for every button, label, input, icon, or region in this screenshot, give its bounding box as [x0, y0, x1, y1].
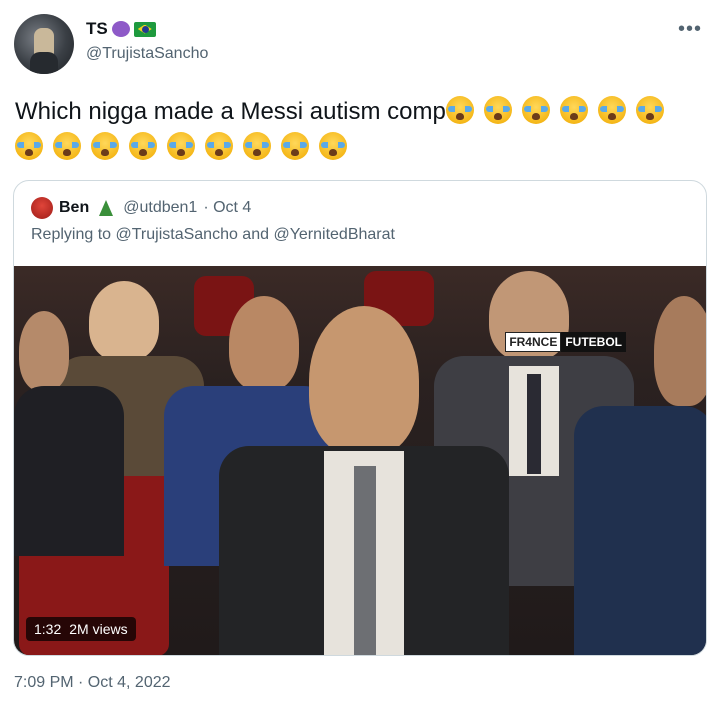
video-duration: 1:32	[34, 621, 62, 637]
author-name-row: TS	[86, 19, 156, 39]
loudly-crying-face-icon	[319, 132, 347, 160]
watermark-part-b: FUTEBOL	[561, 332, 626, 352]
quoted-avatar[interactable]	[31, 197, 53, 219]
loudly-crying-face-icon	[521, 96, 550, 124]
loudly-crying-face-icon	[91, 132, 119, 160]
loudly-crying-face-icon	[445, 96, 474, 124]
audience-person-face	[19, 311, 69, 391]
tweet-text: Which nigga made a Messi autism comp	[15, 94, 705, 166]
audience-far-right-suit	[574, 406, 706, 655]
video-views: 2M views	[69, 621, 128, 637]
quoted-tweet[interactable]: Ben @utdben1 · Oct 4 Replying to @Trujis…	[13, 180, 707, 656]
grapes-emoji-icon	[111, 21, 130, 37]
tweet-timestamp[interactable]: 7:09 PM · Oct 4, 2022	[14, 674, 171, 692]
quoted-handle[interactable]: @utdben1	[123, 199, 197, 217]
watermark-part-a: FR4NCE	[505, 332, 562, 352]
channel-watermark: FR4NCE FUTEBOL	[505, 332, 626, 352]
audience-person-suit	[14, 386, 124, 556]
quoted-date[interactable]: · Oct 4	[203, 199, 251, 217]
center-man-face	[309, 306, 419, 456]
quoted-header: Ben @utdben1 · Oct 4	[31, 197, 251, 219]
loudly-crying-face-icon	[205, 132, 233, 160]
audience-man-face	[229, 296, 299, 391]
quoted-name[interactable]: Ben	[59, 199, 89, 217]
brazil-flag-icon	[133, 21, 156, 37]
display-name[interactable]: TS	[86, 19, 108, 39]
loudly-crying-face-icon	[281, 132, 309, 160]
loudly-crying-face-icon	[129, 132, 157, 160]
video-player[interactable]: FR4NCE FUTEBOL 1:32 2M views	[14, 266, 706, 655]
replying-to: Replying to @TrujistaSancho and @Yernite…	[31, 226, 395, 243]
loudly-crying-face-icon	[483, 96, 512, 124]
profile-avatar[interactable]	[14, 14, 74, 74]
avatar-figure-body	[30, 52, 58, 74]
audience-right-tie	[527, 374, 541, 474]
author-handle[interactable]: @TrujistaSancho	[86, 45, 208, 63]
loudly-crying-face-icon	[635, 96, 664, 124]
loudly-crying-face-icon	[167, 132, 195, 160]
christmas-tree-icon	[99, 200, 114, 216]
loudly-crying-face-icon	[559, 96, 588, 124]
loudly-crying-face-icon	[597, 96, 626, 124]
video-info-badge: 1:32 2M views	[26, 617, 136, 641]
loudly-crying-face-icon	[53, 132, 81, 160]
audience-far-right-face	[654, 296, 706, 406]
center-man-tie	[354, 466, 376, 655]
audience-woman-face	[89, 281, 159, 361]
tweet-body: Which nigga made a Messi autism comp	[15, 98, 446, 125]
loudly-crying-face-icon	[243, 132, 271, 160]
loudly-crying-face-icon	[15, 132, 43, 160]
more-options-icon[interactable]: •••	[678, 18, 702, 41]
